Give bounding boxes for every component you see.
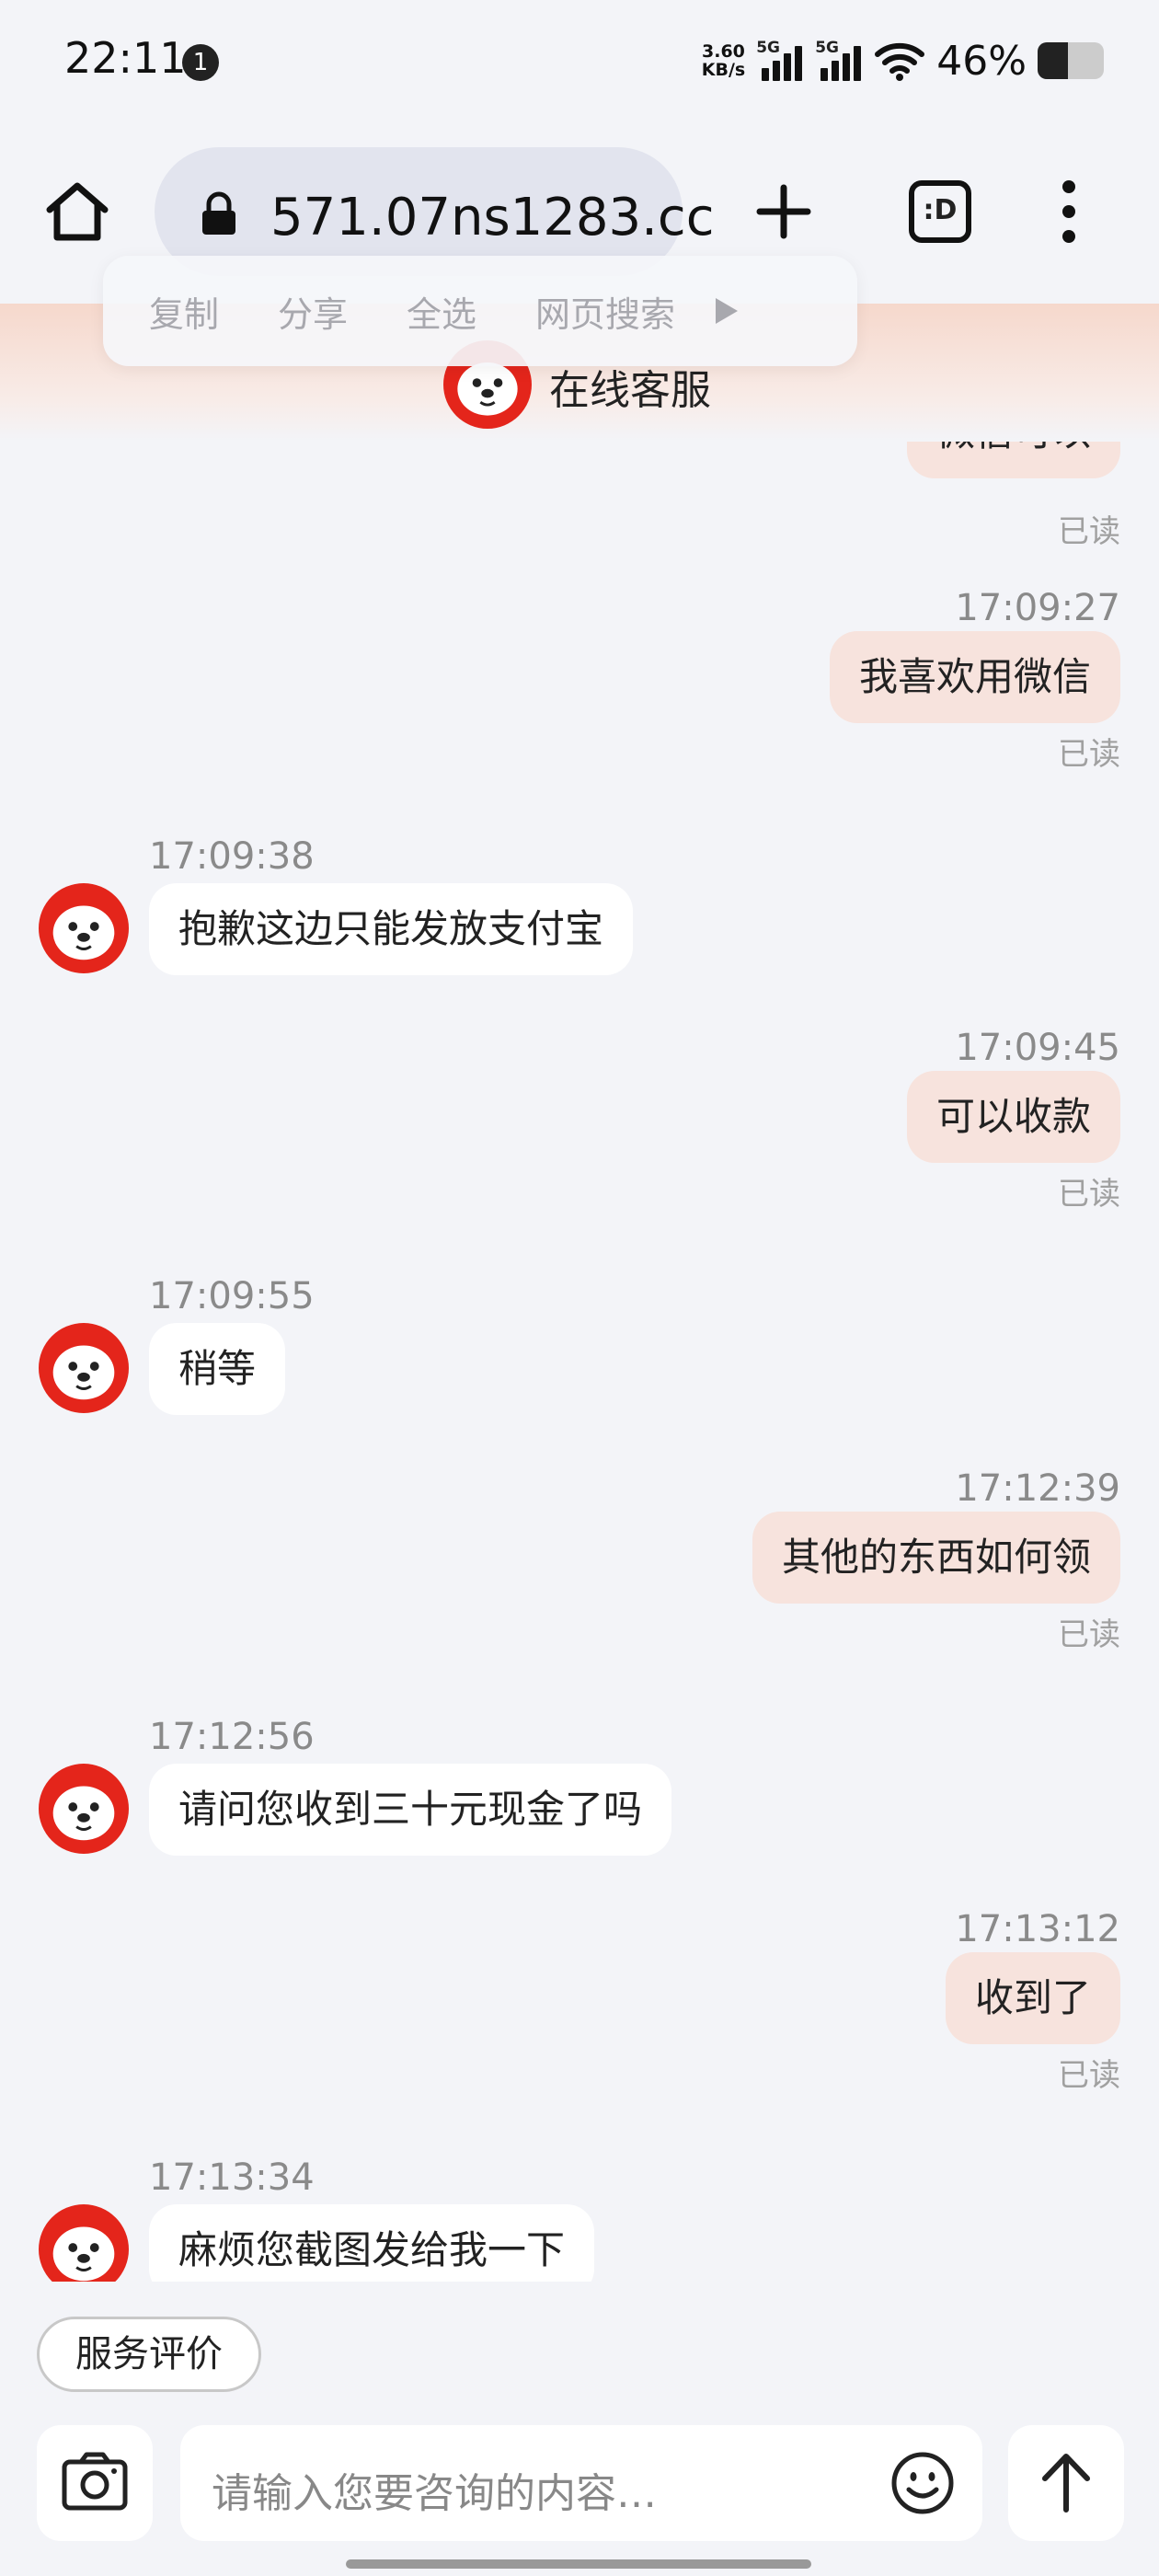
menu-select-all[interactable]: 全选 — [407, 286, 476, 337]
message-bubble[interactable]: 收到了 — [945, 1952, 1120, 2044]
message-time: 17:13:12 — [955, 1908, 1120, 1950]
read-status: 已读 — [1058, 1176, 1120, 1213]
chat-messages[interactable]: 微信可以 已读 17:09:27 我喜欢用微信 已读 17:09:38 抱歉这边… — [0, 442, 1159, 2282]
notification-badge: 1 — [182, 44, 219, 81]
battery-icon — [1038, 42, 1104, 79]
message-bubble[interactable]: 我喜欢用微信 — [829, 631, 1120, 723]
message-bubble[interactable]: 其他的东西如何领 — [752, 1512, 1120, 1604]
signal-sim1-icon: 5G — [756, 39, 804, 83]
lock-icon — [202, 191, 235, 235]
menu-copy[interactable]: 复制 — [149, 286, 219, 337]
camera-icon — [62, 2452, 128, 2511]
text-selection-menu: 复制 分享 全选 网页搜索 — [103, 256, 857, 366]
message-time: 17:09:27 — [955, 587, 1120, 629]
sim1-label: 5G — [756, 39, 780, 57]
support-avatar-icon — [39, 1764, 129, 1854]
message-bubble-partial[interactable]: 微信可以 — [906, 442, 1120, 478]
emoji-icon[interactable] — [890, 2451, 955, 2515]
network-speed-unit: KB/s — [701, 60, 746, 80]
menu-share[interactable]: 分享 — [278, 286, 348, 337]
message-time: 17:09:45 — [955, 1027, 1120, 1069]
message-input[interactable]: 请输入您要咨询的内容… — [180, 2425, 982, 2541]
message-bubble[interactable]: 麻烦您截图发给我一下 — [149, 2204, 595, 2282]
tabs-icon[interactable]: :D — [909, 180, 971, 243]
read-status: 已读 — [1058, 2057, 1120, 2094]
home-indicator[interactable] — [346, 2559, 811, 2569]
message-bubble[interactable]: 稍等 — [149, 1323, 286, 1415]
support-avatar-icon — [39, 883, 129, 973]
plus-icon[interactable] — [747, 175, 820, 248]
support-avatar-icon — [39, 1323, 129, 1413]
camera-button[interactable] — [37, 2425, 153, 2541]
sim2-label: 5G — [815, 39, 839, 57]
network-speed: 3.60 KB/s — [702, 42, 745, 79]
read-status: 已读 — [1058, 1616, 1120, 1653]
message-time: 17:12:56 — [149, 1716, 315, 1758]
message-bubble[interactable]: 可以收款 — [906, 1071, 1120, 1163]
read-status: 已读 — [1058, 513, 1120, 550]
input-placeholder: 请输入您要咨询的内容… — [212, 2470, 657, 2517]
home-icon[interactable] — [40, 175, 114, 248]
menu-web-search[interactable]: 网页搜索 — [535, 286, 675, 337]
signal-sim2-icon: 5G — [815, 39, 863, 83]
network-speed-value: 3.60 — [702, 41, 745, 62]
send-button[interactable] — [1008, 2425, 1124, 2541]
wifi-icon — [875, 42, 925, 81]
message-time: 17:13:34 — [149, 2156, 315, 2199]
message-bubble[interactable]: 请问您收到三十元现金了吗 — [149, 1764, 672, 1856]
battery-percent: 46% — [936, 37, 1027, 85]
message-bubble[interactable]: 抱歉这边只能发放支付宝 — [149, 883, 634, 975]
status-bar: 22:11 1 3.60 KB/s 5G 5G 46% — [0, 0, 1159, 129]
message-time: 17:09:38 — [149, 835, 315, 878]
url-text: 571.07ns1283.cc — [270, 188, 715, 247]
triangle-right-icon[interactable] — [716, 298, 739, 324]
status-time: 22:11 — [64, 33, 187, 83]
message-time: 17:12:39 — [955, 1467, 1120, 1510]
status-icons: 3.60 KB/s 5G 5G 46% — [702, 33, 1104, 88]
send-arrow-icon — [1042, 2454, 1090, 2513]
service-rating-button[interactable]: 服务评价 — [37, 2317, 261, 2392]
message-time: 17:09:55 — [149, 1275, 315, 1317]
support-avatar-icon — [39, 2204, 129, 2282]
read-status: 已读 — [1058, 736, 1120, 773]
more-vertical-icon[interactable] — [1058, 175, 1080, 248]
